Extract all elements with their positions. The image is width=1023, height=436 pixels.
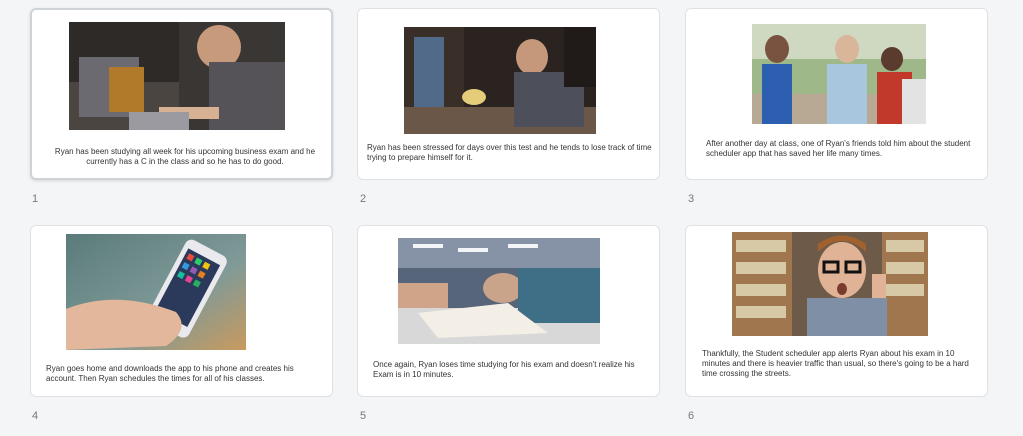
frame-4-image: [66, 234, 246, 350]
frame-2-caption: Ryan has been stressed for days over thi…: [367, 143, 652, 162]
storyboard-frame-4[interactable]: Ryan goes home and downloads the app to …: [30, 225, 333, 397]
frame-6-number: 6: [688, 410, 695, 422]
frame-1-caption: Ryan has been studying all week for his …: [54, 147, 316, 166]
frame-5-image: [398, 238, 600, 344]
frame-1-image: [69, 22, 285, 130]
frame-1-number: 1: [32, 193, 39, 205]
storyboard-frame-1[interactable]: Ryan has been studying all week for his …: [30, 8, 333, 180]
frame-6-caption: Thankfully, the Student scheduler app al…: [702, 349, 969, 378]
frame-3-caption: After another day at class, one of Ryan'…: [706, 139, 971, 158]
frame-2-image: [404, 27, 596, 134]
storyboard-frame-3[interactable]: After another day at class, one of Ryan'…: [685, 8, 988, 180]
storyboard-frame-6[interactable]: Thankfully, the Student scheduler app al…: [685, 225, 988, 397]
frame-3-number: 3: [688, 193, 695, 205]
storyboard-frame-2[interactable]: Ryan has been stressed for days over thi…: [357, 8, 660, 180]
frame-5-caption: Once again, Ryan loses time studying for…: [373, 360, 635, 379]
frame-3-image: [752, 24, 926, 124]
frame-4-caption: Ryan goes home and downloads the app to …: [46, 364, 294, 383]
frame-4-number: 4: [32, 410, 39, 422]
frame-2-number: 2: [360, 193, 367, 205]
frame-6-image: [732, 232, 928, 336]
frame-5-number: 5: [360, 410, 367, 422]
storyboard-frame-5[interactable]: Once again, Ryan loses time studying for…: [357, 225, 660, 397]
